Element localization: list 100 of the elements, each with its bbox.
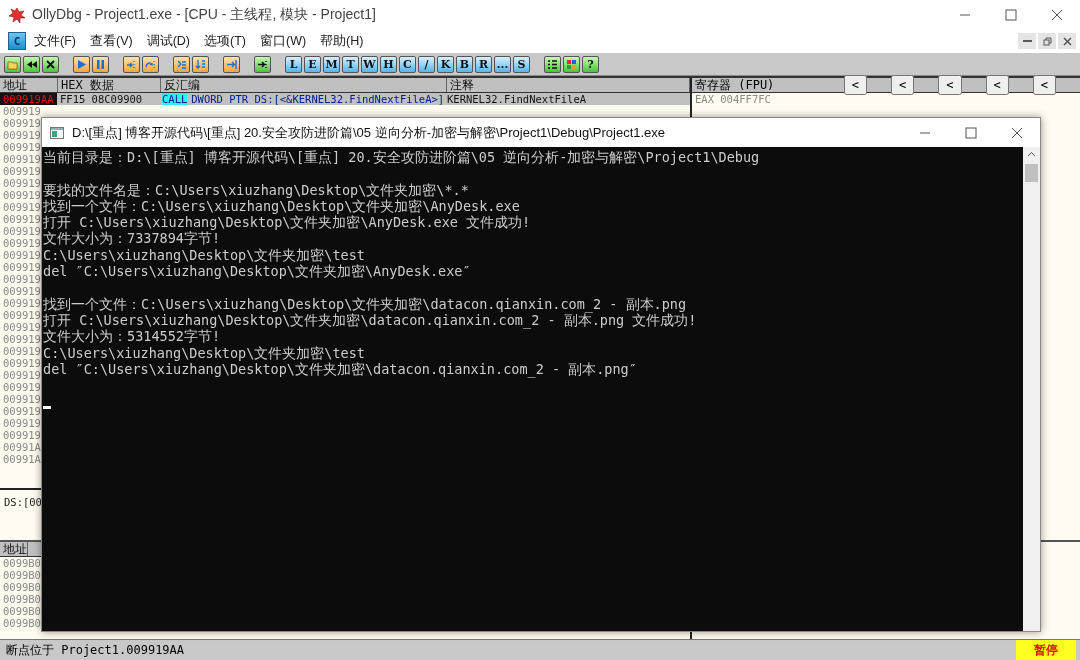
pause-icon <box>95 58 106 70</box>
toolbar-button[interactable] <box>563 55 580 73</box>
toolbar-button[interactable]: R <box>475 55 492 73</box>
column-header[interactable]: 反汇编 <box>161 78 447 92</box>
close-button[interactable] <box>1058 33 1076 49</box>
toolbar-button[interactable]: L <box>285 55 302 73</box>
address-cell-text: 0099B0 <box>2 569 41 581</box>
menu-item[interactable]: 调试(D) <box>146 32 190 50</box>
address-cell-text: 009919 <box>2 177 41 189</box>
console-line: 找到一个文件：C:\Users\xiuzhang\Desktop\文件夹加密\AnyDesk.exe <box>43 197 521 215</box>
address-cell-text: 009919 <box>2 369 41 381</box>
toolbar-button[interactable]: T <box>342 55 359 73</box>
window-title: D:\[重点] 博客开源代码\[重点] 20.安全攻防进阶篇\05 逆向分析-加密与解密\Project1\Debug\Project1.exe <box>72 123 667 142</box>
help-button[interactable]: ? <box>582 55 599 73</box>
step-icon <box>145 58 156 70</box>
step-icon <box>126 58 137 70</box>
address-cell-text: 009919 <box>2 213 41 225</box>
toolbar-button[interactable]: E <box>304 55 321 73</box>
address-cell-text: 009919 <box>2 321 41 333</box>
address-cell-text: 009919 <box>2 153 41 165</box>
hex-cell-text: FF15 08C09900 <box>59 93 144 105</box>
arrow-icon <box>257 58 268 70</box>
address-cell-text: 00991A <box>2 453 41 465</box>
console-line: 打开 C:\Users\xiuzhang\Desktop\文件夹加密\AnyDesk.exe 文件成功! <box>43 214 532 231</box>
toolbar-button[interactable]: S <box>513 55 530 73</box>
status-badge: 暂停 <box>1016 639 1076 660</box>
column-header[interactable]: 地址 <box>0 78 58 92</box>
address-cell-text: 009919 <box>2 357 41 369</box>
minimize-icon <box>1022 40 1032 42</box>
column-header[interactable]: HEX 数据 <box>58 78 161 92</box>
toolbar-button[interactable]: H <box>380 55 397 73</box>
play-icon <box>76 58 87 70</box>
arrow-button[interactable]: < <box>938 75 962 95</box>
console-line: 找到一个文件：C:\Users\xiuzhang\Desktop\文件夹加密\datacon.qianxin.com_2 - 副本.png <box>43 295 688 312</box>
address-cell-text: 009919 <box>2 117 41 129</box>
list-icon <box>547 58 558 70</box>
arrow-button[interactable]: < <box>891 75 915 95</box>
menu-item[interactable]: 窗口(W) <box>259 32 307 50</box>
panel-header: 寄存器 (FPU) <box>695 76 776 94</box>
console-line: 当前目录是：D:\[重点] 博客开源代码\[重点] 20.安全攻防进阶篇\05 逆向分析-加密与解密\Project1\Debug <box>43 149 761 166</box>
rewind-icon <box>26 58 37 70</box>
bug-icon <box>8 6 26 24</box>
arrow-button[interactable]: < <box>1032 75 1056 95</box>
column-header[interactable]: 地址 <box>0 542 28 556</box>
console-line: 文件大小为：7337894字节! <box>43 230 221 247</box>
address-cell-text: 0099B0 <box>2 557 41 569</box>
toolbar-button[interactable]: M <box>323 55 340 73</box>
menu-item[interactable]: 帮助(H) <box>320 32 364 50</box>
address-cell-text: 009919 <box>2 129 41 141</box>
address-cell-text: 009919 <box>2 165 41 177</box>
restore-icon <box>1042 36 1052 46</box>
address-cell-text: 009919 <box>2 225 41 237</box>
restore-button[interactable] <box>1038 33 1056 49</box>
scroll-thumb[interactable] <box>1025 164 1038 182</box>
address-cell-text: 009919 <box>2 429 41 441</box>
comment-cell-text: KERNEL32.FindNextFileA <box>446 93 588 105</box>
address-cell-text: 009919 <box>2 333 41 345</box>
address-cell-text: 009919 <box>2 141 41 153</box>
menu-item[interactable]: 文件(F) <box>34 32 76 50</box>
close-icon <box>45 58 56 70</box>
menu-item[interactable]: 选项(T) <box>204 32 246 50</box>
address-cell-text: 00991A <box>2 441 41 453</box>
toolbar-button[interactable] <box>544 55 561 73</box>
arrow-button[interactable]: < <box>843 75 868 95</box>
close-icon <box>1062 36 1072 46</box>
address-cell-text: 0099B0 <box>2 605 41 617</box>
arrow-button[interactable]: < <box>985 75 1009 95</box>
toolbar-button[interactable] <box>254 55 271 73</box>
toolbar-button[interactable] <box>4 55 21 73</box>
grid-icon <box>566 58 577 70</box>
step-icon <box>195 58 206 70</box>
toolbar-button[interactable]: K <box>437 55 454 73</box>
table-row[interactable]: 009919AA FF15 08C09900 CALL DWORD PTR DS:[<&KERNEL32.FindNextFileA>] KERNEL32.FindNextFileA <box>0 93 690 105</box>
address-cell-text: 009919 <box>2 381 41 393</box>
toolbar-button[interactable]: ... <box>494 55 511 73</box>
toolbar-button[interactable]: W <box>361 55 378 73</box>
menu-item[interactable]: 查看(V) <box>89 32 133 50</box>
window-title: OllyDbg - Project1.exe - [CPU - 主线程, 模块 - Project1] <box>32 6 377 24</box>
maximize-icon <box>1005 9 1017 21</box>
close-icon <box>1011 126 1023 139</box>
mnemonic-text: CALL <box>162 93 188 105</box>
console-line: C:\Users\xiuzhang\Desktop\文件夹加密\test <box>43 344 366 361</box>
toolbar-button[interactable] <box>42 55 59 73</box>
toolbar-button[interactable] <box>23 55 40 73</box>
column-header[interactable]: 注释 <box>447 78 690 92</box>
address-cell-text: 009919 <box>2 345 41 357</box>
minimize-icon <box>919 131 931 134</box>
address-cell-text: 009919 <box>2 237 41 249</box>
status-text: 断点位于 Project1.009919AA <box>5 641 186 659</box>
toolbar-button[interactable]: B <box>456 55 473 73</box>
toolbar-button[interactable]: / <box>418 55 435 73</box>
console-line: del ″C:\Users\xiuzhang\Desktop\文件夹加密\AnyDesk.exe″ <box>43 263 472 280</box>
toolbar-button[interactable]: C <box>399 55 416 73</box>
address-cell-text: 0099B0 <box>2 593 41 605</box>
system-menu-icon[interactable]: C <box>8 32 26 50</box>
address-cell-text: 009919 <box>2 393 41 405</box>
operand-text: DWORD PTR DS:[<&KERNEL32.FindNextFileA>] <box>190 93 445 105</box>
address-cell-text: 009919 <box>2 189 41 201</box>
address-cell-text: 009919 <box>2 297 41 309</box>
scrollbar[interactable] <box>1023 147 1040 631</box>
